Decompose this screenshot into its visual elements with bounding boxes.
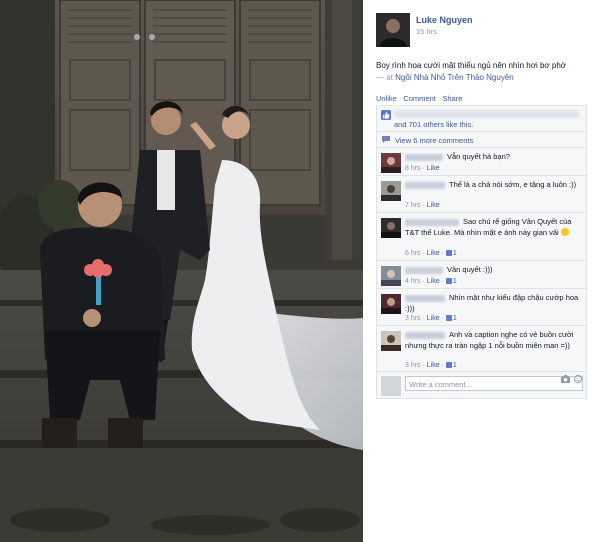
- comment-like-count-icon: [445, 315, 452, 321]
- comment-text: Vân quyết :))): [405, 265, 583, 276]
- thumbs-up-icon: [381, 110, 391, 120]
- comment-item: Sao chú rể giống Vân Quyết của T&T thế L…: [377, 213, 586, 261]
- comment-item: Nhìn mặt như kiểu đập chậu cướp hoa :)))…: [377, 289, 586, 326]
- caption-text: Boy rình hoa cưới mặt thiểu ngủ nên nhìn…: [376, 61, 567, 70]
- comment-composer: Write a comment...: [377, 372, 586, 399]
- wedding-photo-illustration: [0, 0, 363, 542]
- likes-summary-link[interactable]: and 701 others like this.: [394, 120, 473, 129]
- likes-row: and 701 others like this.: [377, 106, 586, 132]
- commenter-avatar[interactable]: [381, 331, 401, 351]
- camera-icon[interactable]: [561, 375, 570, 383]
- comment-body: Vân quyết :))): [447, 265, 493, 274]
- caption-separator: —: [376, 73, 384, 82]
- post-timestamp[interactable]: 15 hrs: [416, 27, 437, 36]
- comment-time[interactable]: 4 hrs: [405, 278, 421, 285]
- comment-like-button[interactable]: Like: [427, 202, 440, 209]
- comment-like-count-icon: [445, 362, 452, 368]
- comment-text: Thế là a chả nói sớm, e tặng a luôn :)): [405, 180, 583, 191]
- action-dot: ·: [398, 94, 402, 103]
- commenter-avatar[interactable]: [381, 266, 401, 286]
- comment-like-button[interactable]: Like: [427, 315, 440, 322]
- comment-like-button[interactable]: Like: [427, 362, 440, 369]
- share-button[interactable]: Share: [442, 94, 462, 103]
- comment-meta: 6 hrs · Like · 1: [405, 250, 457, 257]
- comment-like-count-icon: [445, 278, 452, 284]
- comment-like-count-icon: [445, 250, 452, 256]
- post-photo[interactable]: [0, 0, 363, 542]
- comment-button[interactable]: Comment: [403, 94, 436, 103]
- commenter-avatar[interactable]: [381, 181, 401, 201]
- comment-text: Vẫn quyết hả bạn?: [405, 152, 583, 163]
- comment-item: Vẫn quyết hả bạn? 8 hrs · Like: [377, 148, 586, 176]
- comment-text: Nhìn mặt như kiểu đập chậu cướp hoa :))): [405, 293, 583, 314]
- comment-body: Vẫn quyết hả bạn?: [447, 152, 510, 161]
- commenter-avatar[interactable]: [381, 294, 401, 314]
- commenter-avatar[interactable]: [381, 153, 401, 173]
- commenter-avatar[interactable]: [381, 218, 401, 238]
- write-comment-input[interactable]: Write a comment...: [405, 376, 583, 391]
- post-actions: Unlike · Comment · Share: [376, 94, 462, 103]
- comment-body: Sao chú rể giống Vân Quyết của T&T thế L…: [405, 217, 572, 237]
- comment-time[interactable]: 3 hrs: [405, 315, 421, 322]
- emoji-icon[interactable]: [574, 375, 582, 383]
- view-more-comments-link[interactable]: View 6 more comments: [395, 136, 473, 145]
- comments-box: and 701 others like this. View 6 more co…: [376, 105, 587, 399]
- comment-body: Thế là a chả nói sớm, e tặng a luôn :)): [449, 180, 577, 189]
- unlike-button[interactable]: Unlike: [376, 94, 397, 103]
- location-link[interactable]: Ngôi Nhà Nhỏ Trên Thảo Nguyên: [395, 73, 514, 82]
- comment-like-count[interactable]: 1: [453, 278, 457, 285]
- author-name-link[interactable]: Luke Nguyen: [416, 15, 473, 25]
- comment-like-button[interactable]: Like: [427, 278, 440, 285]
- comment-like-button[interactable]: Like: [427, 165, 440, 172]
- comment-body: Nhìn mặt như kiểu đập chậu cướp hoa :))): [405, 293, 579, 313]
- comment-time[interactable]: 8 hrs: [405, 165, 421, 172]
- view-more-comments-row[interactable]: View 6 more comments: [377, 132, 586, 148]
- comment-item: Thế là a chả nói sớm, e tặng a luôn :)) …: [377, 176, 586, 213]
- action-dot: ·: [437, 94, 441, 103]
- comment-meta: 3 hrs · Like · 1: [405, 362, 457, 369]
- liker-names-redacted: [394, 110, 579, 118]
- comment-body: Anh và caption nghe có vẻ buồn cười nhưn…: [405, 330, 574, 350]
- comment-like-count[interactable]: 1: [453, 315, 457, 322]
- comment-like-count[interactable]: 1: [453, 362, 457, 369]
- comment-meta: 8 hrs · Like: [405, 165, 440, 172]
- location-prefix: at: [386, 73, 393, 82]
- comment-bubble-icon: [382, 136, 390, 143]
- comment-time[interactable]: 3 hrs: [405, 362, 421, 369]
- comment-item: Vân quyết :))) 4 hrs · Like · 1: [377, 261, 586, 289]
- comment-meta: 7 hrs · Like: [405, 202, 440, 209]
- author-avatar[interactable]: [376, 13, 410, 47]
- comment-like-button[interactable]: Like: [427, 250, 440, 257]
- comment-time[interactable]: 6 hrs: [405, 250, 421, 257]
- comment-time[interactable]: 7 hrs: [405, 202, 421, 209]
- comment-meta: 3 hrs · Like · 1: [405, 315, 457, 322]
- comment-like-count[interactable]: 1: [453, 250, 457, 257]
- comment-item: Anh và caption nghe có vẻ buồn cười nhưn…: [377, 326, 586, 372]
- viewer-avatar: [381, 376, 401, 396]
- post-caption: Boy rình hoa cưới mặt thiểu ngủ nên nhìn…: [376, 60, 591, 84]
- grin-emoji-icon: [560, 227, 569, 236]
- comment-text: Anh và caption nghe có vẻ buồn cười nhưn…: [405, 330, 583, 351]
- comment-meta: 4 hrs · Like · 1: [405, 278, 457, 285]
- comment-text: Sao chú rể giống Vân Quyết của T&T thế L…: [405, 217, 583, 238]
